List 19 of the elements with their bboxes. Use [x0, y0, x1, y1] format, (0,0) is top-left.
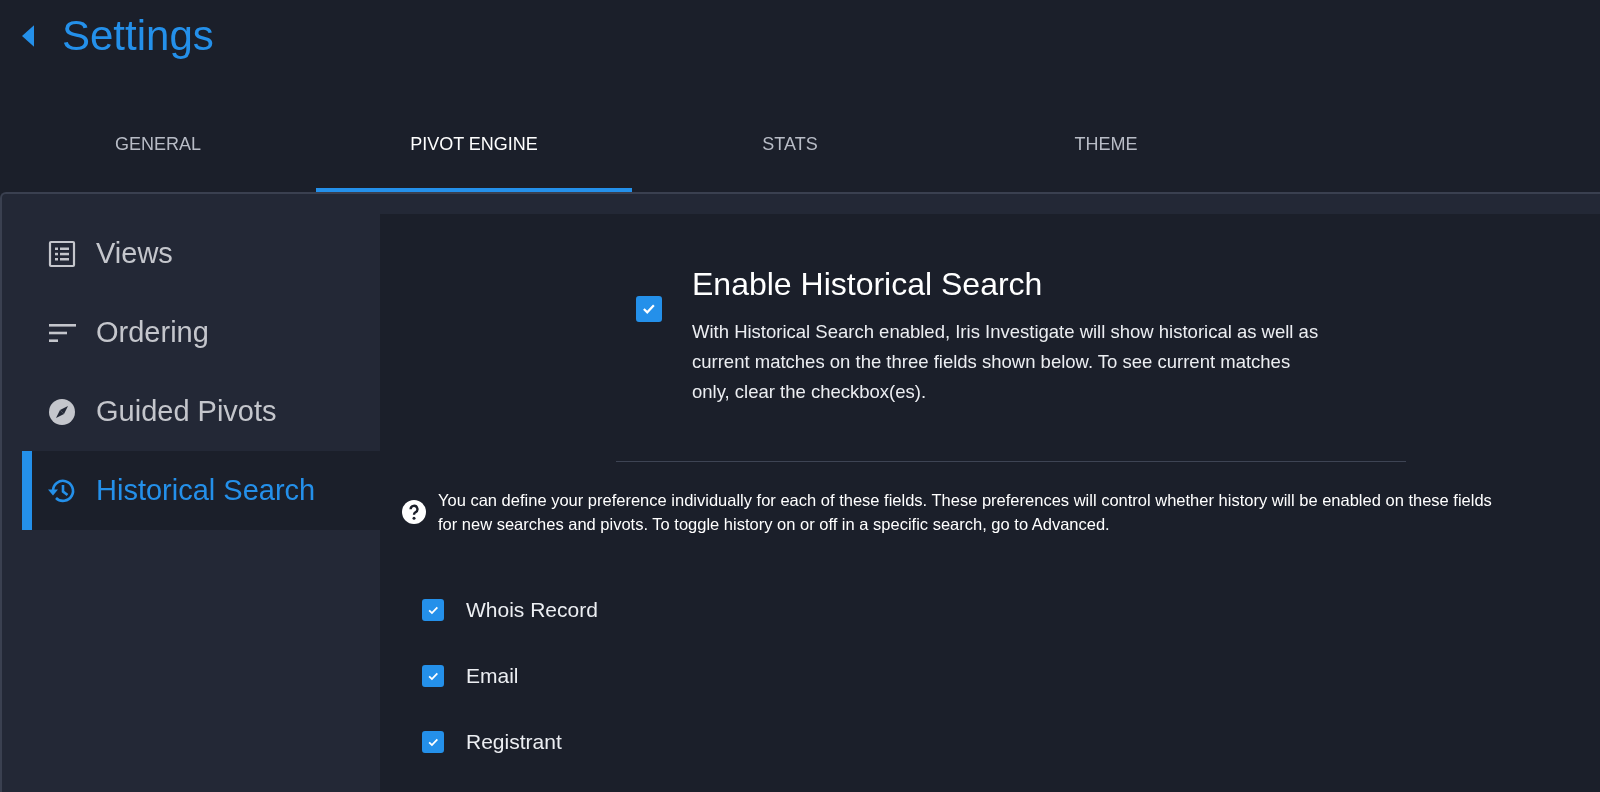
checkbox[interactable]: [422, 731, 444, 753]
help-text: You can define your preference individually for each of these fields. These preferences will control whether history will be enabled on these fields for new searches and pivots. To toggle history on or off in a specific search, go to Advanced.: [438, 490, 1493, 535]
checkbox-label: Registrant: [466, 730, 562, 754]
tab[interactable]: THEME: [948, 96, 1264, 192]
checkbox-label: Email: [466, 664, 519, 688]
page-title: Settings: [62, 12, 214, 60]
tab[interactable]: STATS: [632, 96, 948, 192]
section-title: Enable Historical Search: [692, 266, 1044, 303]
checkbox-label: Whois Record: [466, 598, 598, 622]
tab[interactable]: GENERAL: [0, 96, 316, 192]
list-icon: [48, 239, 76, 268]
checkbox[interactable]: [636, 296, 662, 322]
sidebar-item[interactable]: Historical Search: [22, 451, 380, 530]
checkbox[interactable]: [422, 599, 444, 621]
description-text: With Historical Search enabled, Iris Investigate will show historical as well as current matches on the three fields shown below. To see current matches only, clear the checkbox(es).: [692, 320, 1320, 404]
compass-icon: [48, 397, 76, 426]
back-icon[interactable]: [22, 25, 34, 47]
checkbox[interactable]: [422, 665, 444, 687]
help-icon: [402, 500, 426, 524]
